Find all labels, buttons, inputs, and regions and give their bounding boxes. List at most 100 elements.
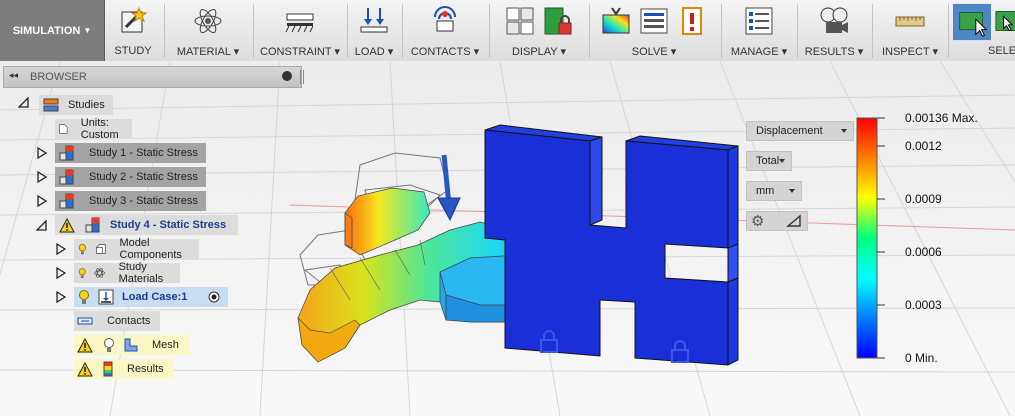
component-dropdown[interactable]: Total [746, 151, 792, 171]
study-group[interactable]: STUDY [106, 0, 160, 61]
warning-clipboard-icon[interactable] [676, 5, 708, 37]
collapse-triangle-icon[interactable] [36, 220, 47, 231]
chevron-down-icon [789, 189, 795, 193]
visibility-bulb-icon[interactable] [78, 289, 90, 305]
load-label: LOAD [354, 46, 385, 58]
solve-label: SOLVE [631, 46, 668, 58]
tree-node-model-components[interactable]: Model Components [74, 237, 200, 261]
expand-triangle-icon[interactable] [37, 147, 47, 159]
divider [253, 4, 254, 58]
tree-label: Study 4 - Static Stress [110, 219, 227, 231]
contacts-icon[interactable] [429, 5, 461, 37]
expand-triangle-icon[interactable] [56, 267, 66, 279]
select-label: SELE [988, 45, 1015, 57]
divider [589, 4, 590, 58]
load-force-icon[interactable] [358, 5, 390, 37]
tree-label: Contacts [107, 315, 151, 327]
select-window-icon[interactable] [953, 3, 992, 41]
select-alt-icon[interactable] [994, 5, 1015, 37]
tree-node-study-2[interactable]: Study 2 - Static Stress [55, 167, 206, 187]
tree-node-results[interactable]: Results [74, 359, 174, 379]
study-icon [59, 169, 74, 185]
results-label: RESULTS [804, 46, 855, 58]
constraint-icon[interactable] [284, 5, 316, 37]
manage-label: MANAGE [730, 46, 779, 58]
tree-label: Mesh [152, 339, 179, 351]
contacts-icon [77, 317, 93, 325]
tree-node-mesh[interactable]: Mesh [74, 335, 190, 355]
components-icon [95, 244, 106, 254]
material-group[interactable]: MATERIAL ▾ [166, 0, 250, 61]
tree-node-study-1[interactable]: Study 1 - Static Stress [55, 143, 206, 163]
constraint-label: CONSTRAINT [260, 46, 332, 58]
visibility-bulb-icon[interactable] [78, 242, 87, 257]
display-lock-icon[interactable] [542, 5, 574, 37]
study-icon [59, 193, 74, 209]
tree-label: Study Materials [118, 261, 164, 285]
gear-icon[interactable]: ⚙ [751, 212, 764, 230]
visibility-bulb-icon[interactable] [78, 266, 86, 281]
unit-value: mm [756, 185, 775, 197]
result-type-dropdown[interactable]: Displacement [746, 121, 854, 141]
load-group[interactable]: LOAD ▾ [349, 0, 399, 61]
browser-title: BROWSER [30, 71, 87, 83]
tree-node-contacts[interactable]: Contacts [74, 311, 161, 331]
tree-node-study-3[interactable]: Study 3 - Static Stress [55, 191, 206, 211]
legend-tick-label: 0.0012 [905, 139, 942, 153]
expand-triangle-icon[interactable] [37, 171, 47, 183]
tree-node-units[interactable]: Units: Custom [55, 117, 132, 141]
studies-folder-icon [43, 98, 59, 112]
tree-node-study-materials[interactable]: Study Materials [74, 261, 180, 285]
manage-group[interactable]: MANAGE ▾ [723, 0, 795, 61]
unit-dropdown[interactable]: mm [746, 181, 802, 201]
select-group[interactable]: SELE [950, 0, 1015, 61]
display-label: DISPLAY [511, 46, 558, 58]
display-settings-icon[interactable] [504, 5, 536, 37]
animate-results-icon[interactable] [818, 5, 850, 37]
workspace-switcher-button[interactable]: SIMULATION ▼ [0, 0, 105, 61]
collapse-triangle-icon[interactable] [18, 97, 29, 108]
material-atom-icon[interactable] [192, 5, 224, 37]
browser-resize-handle[interactable] [300, 70, 304, 84]
inspect-group[interactable]: INSPECT ▾ [874, 0, 946, 61]
divider [489, 4, 490, 58]
tree-label: Results [127, 363, 164, 375]
browser-options-icon[interactable] [282, 71, 292, 81]
contacts-group[interactable]: CONTACTS ▾ [404, 0, 486, 61]
pre-check-icon[interactable] [638, 5, 670, 37]
material-atom-icon [94, 268, 106, 278]
tree-node-load-case[interactable]: Load Case:1 [74, 287, 228, 307]
solve-group[interactable]: SOLVE ▾ [591, 0, 717, 61]
legend-max-label: 0.00136 Max. [905, 111, 978, 125]
results-legend-icon [103, 361, 113, 377]
new-study-icon[interactable] [117, 5, 149, 37]
display-group[interactable]: DISPLAY ▾ [491, 0, 587, 61]
warning-icon [77, 361, 93, 376]
document-icon [59, 124, 68, 134]
collapse-panel-icon[interactable]: ◂◂ [9, 70, 18, 81]
expand-triangle-icon[interactable] [56, 243, 66, 255]
solve-icon[interactable] [600, 5, 632, 37]
results-group[interactable]: RESULTS ▾ [799, 0, 869, 61]
warning-icon [77, 337, 93, 352]
mesh-icon [124, 338, 138, 352]
tree-label: Units: Custom [80, 117, 119, 141]
ribbon-toolbar: SIMULATION ▼ STUDY MATERIAL ▾ CONSTRAINT… [0, 0, 1015, 62]
tree-label: Studies [68, 99, 105, 111]
study-label: STUDY [114, 45, 152, 57]
load-case-icon [98, 289, 114, 305]
tree-node-study-4[interactable]: Study 4 - Static Stress [55, 215, 238, 235]
visibility-bulb-off-icon[interactable] [103, 337, 115, 353]
expand-triangle-icon[interactable] [56, 291, 66, 303]
tree-node-studies[interactable]: Studies [39, 95, 113, 115]
expand-triangle-icon[interactable] [37, 195, 47, 207]
legend-tick-label: 0.0009 [905, 192, 942, 206]
measure-ruler-icon[interactable] [894, 5, 926, 37]
tree-label: Study 1 - Static Stress [89, 147, 198, 159]
legend-color-bar [856, 117, 878, 359]
active-radio-icon[interactable] [208, 291, 220, 303]
browser-header: ◂◂ BROWSER [3, 66, 302, 88]
constraint-group[interactable]: CONSTRAINT ▾ [255, 0, 345, 61]
legend-orient-icon[interactable] [786, 214, 802, 228]
manage-list-icon[interactable] [743, 5, 775, 37]
